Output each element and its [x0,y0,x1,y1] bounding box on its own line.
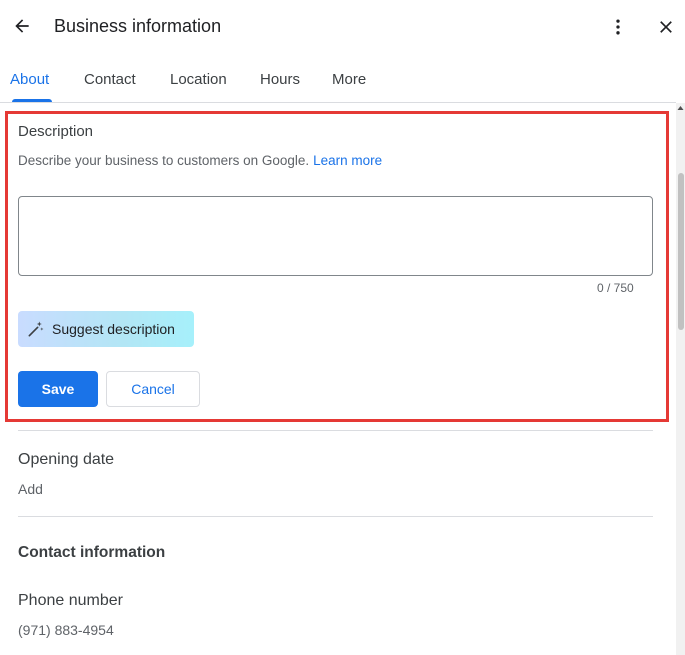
tabs-divider [0,102,676,103]
phone-number-label: Phone number [18,592,123,609]
opening-date-label: Opening date [18,451,115,468]
description-heading: Description [18,123,94,140]
character-count: 0 / 750 [597,281,634,295]
close-icon [660,21,672,33]
phone-number-value[interactable]: (971) 883-4954 [18,622,114,638]
tab-bar: About Contact Location Hours More [0,56,685,102]
tab-contact[interactable]: Contact [84,71,136,102]
scrollbar-thumb[interactable] [678,173,684,330]
more-vert-icon [616,19,620,35]
close-button[interactable] [652,13,680,41]
section-divider [18,516,653,517]
suggest-description-button[interactable]: Suggest description [18,311,194,347]
description-help-text: Describe your business to customers on G… [18,153,382,168]
contact-information-heading: Contact information [18,544,166,561]
section-divider [18,430,653,431]
cancel-button[interactable]: Cancel [106,371,200,407]
back-button[interactable] [8,12,36,40]
suggest-description-label: Suggest description [52,321,175,337]
magic-wand-icon [28,321,44,337]
scroll-up-arrow-icon[interactable] [677,104,684,112]
learn-more-link[interactable]: Learn more [313,153,382,168]
tab-hours[interactable]: Hours [260,71,300,102]
tab-more[interactable]: More [332,71,366,102]
opening-date-add-link[interactable]: Add [18,481,43,497]
description-help-label: Describe your business to customers on G… [18,153,310,168]
header: Business information [0,0,685,56]
more-options-button[interactable] [604,13,632,41]
description-input[interactable] [18,196,653,276]
tab-location[interactable]: Location [170,71,227,102]
tab-about[interactable]: About [10,71,49,102]
arrow-left-icon [15,19,29,33]
page-title: Business information [54,16,222,36]
save-button[interactable]: Save [18,371,98,407]
